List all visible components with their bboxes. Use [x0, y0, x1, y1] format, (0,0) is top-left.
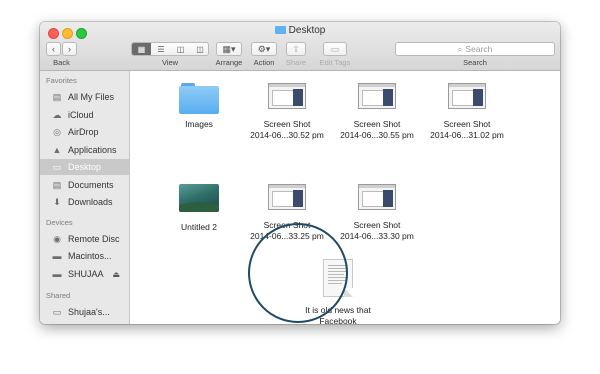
- screenshot-thumbnail-icon: [268, 184, 306, 210]
- arrange-button[interactable]: ▦▾: [216, 42, 242, 56]
- screenshot-thumbnail-icon: [358, 83, 396, 109]
- file-item[interactable]: Screen Shot 2014-06...30.55 pm: [335, 83, 419, 141]
- arrange-label: Arrange: [215, 58, 243, 67]
- folder-icon: [274, 26, 286, 34]
- sidebar-item-remote-disc[interactable]: ◉ Remote Disc: [40, 231, 129, 247]
- all-files-icon: ▤: [52, 91, 62, 102]
- search-label: Search: [463, 58, 487, 67]
- sidebar-section-shared: Shared: [46, 291, 71, 300]
- window-title: Desktop: [40, 25, 560, 36]
- search-icon: ⌕: [457, 43, 463, 54]
- titlebar: Desktop ‹ › Back ▦ ☰ ◫ ◫ View ▦▾ Arrange…: [40, 22, 560, 71]
- file-item[interactable]: Screen Shot 2014-06...31.02 pm: [425, 83, 509, 141]
- file-item[interactable]: Images: [157, 81, 241, 130]
- applications-icon: ▲: [52, 145, 62, 155]
- sidebar-item-downloads[interactable]: ⬇ Downloads: [40, 194, 129, 210]
- chevron-right-icon: ›: [68, 44, 71, 54]
- edit-tags-button[interactable]: ▭: [323, 42, 347, 56]
- disc-icon: ◉: [53, 233, 61, 244]
- file-item[interactable]: Screen Shot 2014-06...33.30 pm: [335, 184, 419, 242]
- hard-drive-icon: ▬: [52, 251, 62, 261]
- action-label: Action: [253, 58, 275, 67]
- highlight-circle: [248, 223, 348, 323]
- sidebar-item-documents[interactable]: ▤ Documents: [40, 177, 129, 193]
- sidebar-section-devices: Devices: [46, 218, 73, 227]
- cloud-icon: ☁: [52, 109, 62, 120]
- back-button[interactable]: ‹: [46, 42, 61, 56]
- file-item[interactable]: Untitled 2: [157, 184, 241, 233]
- share-button[interactable]: ⇧: [286, 42, 306, 56]
- sidebar-item-macintosh[interactable]: ▬ Macintos...: [40, 248, 129, 264]
- sidebar-item-desktop[interactable]: ▭ Desktop: [40, 159, 129, 175]
- gear-icon: ⚙▾: [257, 43, 271, 54]
- sidebar-item-airdrop[interactable]: ◎ AirDrop: [40, 124, 129, 140]
- sidebar-item-applications[interactable]: ▲ Applications: [40, 142, 129, 158]
- sidebar-item-shujaa[interactable]: ▬ SHUJAA ⏏: [40, 266, 129, 282]
- tag-icon: ▭: [330, 43, 340, 54]
- documents-icon: ▤: [52, 179, 62, 190]
- sidebar-item-all-my-files[interactable]: ▤ All My Files: [40, 89, 129, 105]
- file-item[interactable]: Screen Shot 2014-06...30.52 pm: [245, 83, 329, 141]
- sidebar-item-shared-computer[interactable]: ▭ Shujaa's...: [40, 304, 129, 320]
- folder-icon: [179, 81, 219, 115]
- sidebar-section-favorites: Favorites: [46, 76, 77, 85]
- computer-icon: ▭: [52, 306, 62, 317]
- search-field[interactable]: ⌕ Search: [395, 42, 555, 56]
- sidebar: Favorites ▤ All My Files ☁ iCloud ◎ AirDrop…: [40, 71, 130, 324]
- forward-button[interactable]: ›: [62, 42, 77, 56]
- share-icon: ⇧: [292, 43, 300, 54]
- sidebar-item-icloud[interactable]: ☁ iCloud: [40, 107, 129, 123]
- screenshot-thumbnail-icon: [358, 184, 396, 210]
- desktop-icon: ▭: [52, 161, 62, 172]
- usb-drive-icon: ▬: [52, 269, 62, 279]
- column-view-icon[interactable]: ◫: [171, 43, 190, 55]
- eject-icon[interactable]: ⏏: [113, 270, 121, 279]
- screenshot-thumbnail-icon: [448, 83, 486, 109]
- downloads-icon: ⬇: [53, 196, 61, 207]
- chevron-left-icon: ‹: [52, 44, 55, 54]
- action-button[interactable]: ⚙▾: [251, 42, 277, 56]
- list-view-icon[interactable]: ☰: [151, 43, 171, 55]
- cover-flow-icon[interactable]: ◫: [190, 43, 208, 55]
- screenshot-thumbnail-icon: [268, 83, 306, 109]
- edit-tags-label: Edit Tags: [319, 58, 351, 67]
- image-file-icon: [179, 184, 219, 212]
- view-label: View: [161, 58, 179, 67]
- share-label: Share: [285, 58, 306, 67]
- view-control[interactable]: ▦ ☰ ◫ ◫: [131, 42, 209, 56]
- back-label: Back: [53, 58, 70, 67]
- icon-view-icon[interactable]: ▦: [132, 43, 151, 55]
- airdrop-icon: ◎: [53, 126, 61, 137]
- arrange-grid-icon: ▦▾: [222, 43, 236, 54]
